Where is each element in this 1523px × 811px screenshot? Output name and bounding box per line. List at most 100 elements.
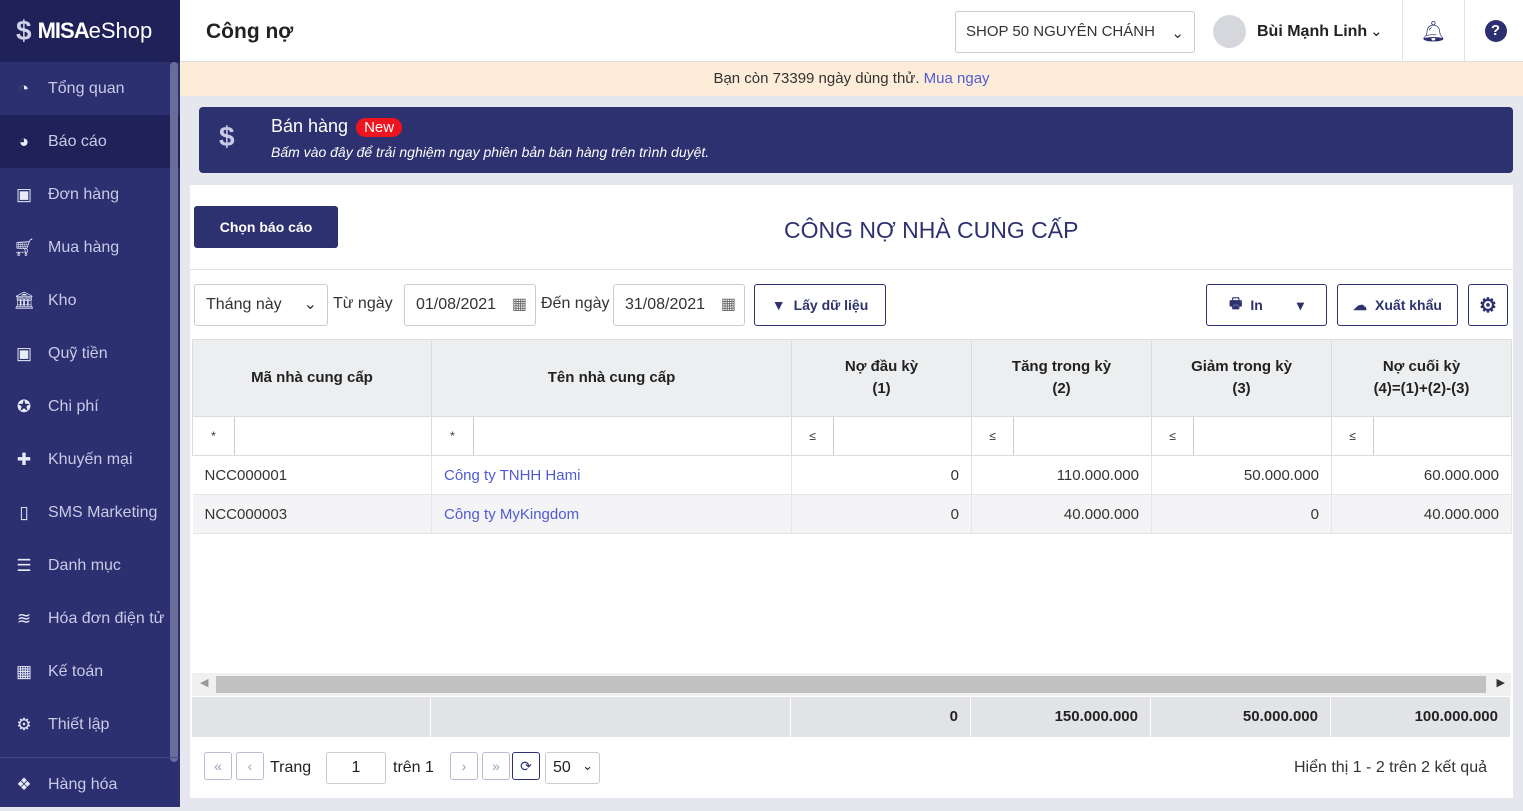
help-icon: ? bbox=[1484, 20, 1507, 42]
column-header[interactable]: Giảm trong kỳ (3) bbox=[1151, 339, 1332, 417]
topbar: Công nợ SHOP 50 NGUYÊN CHÁNH ⌄ Bùi Mạnh L… bbox=[180, 0, 1523, 62]
sidebar-item-chi-phí[interactable]: ✪ Chi phí bbox=[0, 380, 180, 433]
sidebar-item-quỹ-tiền[interactable]: ▣ Quỹ tiền bbox=[0, 327, 180, 380]
logo[interactable]: $ MISA eShop bbox=[0, 0, 180, 62]
supplier-link[interactable]: Công ty TNHH Hami bbox=[431, 455, 792, 495]
table-cell: 40.000.000 bbox=[971, 494, 1152, 534]
calendar-icon[interactable]: ▦ bbox=[721, 285, 736, 325]
column-header[interactable]: Tăng trong kỳ (2) bbox=[971, 339, 1152, 417]
page-input[interactable]: 1 bbox=[326, 752, 386, 784]
table-cell: NCC000003 bbox=[192, 494, 432, 534]
column-header[interactable]: Nợ đầu kỳ (1) bbox=[791, 339, 972, 417]
buy-now-link[interactable]: Mua ngay bbox=[924, 70, 990, 87]
new-badge: New bbox=[356, 118, 403, 137]
cart-icon: 🛒︎ bbox=[13, 237, 35, 257]
dashboard-icon: ◔ bbox=[18, 78, 30, 98]
table-cell: 60.000.000 bbox=[1331, 455, 1512, 495]
refresh-icon: ⟳ bbox=[520, 758, 532, 774]
first-page-button[interactable]: « bbox=[204, 752, 232, 780]
scroll-right-icon[interactable]: ▶ bbox=[1497, 676, 1505, 689]
total-cell: 100.000.000 bbox=[1331, 697, 1511, 737]
sidebar-scrollbar[interactable] bbox=[170, 62, 178, 762]
sidebar-item-mua-hàng[interactable]: 🛒︎ Mua hàng bbox=[0, 221, 180, 274]
choose-report-button[interactable]: Chọn báo cáo bbox=[194, 206, 338, 248]
column-header[interactable]: Tên nhà cung cấp bbox=[431, 339, 792, 417]
boxes-icon: ❖ bbox=[16, 774, 32, 794]
table-cell: 40.000.000 bbox=[1331, 494, 1512, 534]
printer-icon: 🖶︎ bbox=[1229, 295, 1243, 311]
sidebar-item-báo-cáo[interactable]: ◕ Báo cáo bbox=[0, 115, 180, 168]
sidebar-item-kho[interactable]: 🏛︎ Kho bbox=[0, 274, 180, 327]
settings-button[interactable]: ⚙ bbox=[1468, 284, 1508, 326]
table-cell: 0 bbox=[1151, 494, 1332, 534]
column-filter-input[interactable] bbox=[235, 417, 431, 455]
column-filter-input[interactable] bbox=[834, 417, 971, 455]
sidebar-item-khuyến-mại[interactable]: ✚ Khuyến mại bbox=[0, 433, 180, 486]
bell-icon[interactable]: 🔔︎ bbox=[1402, 0, 1464, 62]
filter-operator[interactable]: ≤ bbox=[972, 417, 1014, 455]
calculator-icon: ▦ bbox=[15, 661, 33, 681]
next-page-button[interactable]: › bbox=[450, 752, 478, 780]
period-select[interactable]: Tháng này ⌄ bbox=[194, 284, 328, 326]
scrollbar-thumb[interactable] bbox=[216, 676, 1486, 693]
filter-operator[interactable]: ≤ bbox=[1332, 417, 1374, 455]
table-cell: NCC000001 bbox=[192, 455, 432, 495]
last-page-button[interactable]: » bbox=[482, 752, 510, 780]
filter-operator[interactable]: ≤ bbox=[1152, 417, 1194, 455]
shop-select[interactable]: SHOP 50 NGUYÊN CHÁNH ⌄ bbox=[955, 11, 1195, 53]
prev-page-button[interactable]: ‹ bbox=[236, 752, 264, 780]
sidebar-item-thiết-lập[interactable]: ⚙ Thiết lập bbox=[0, 698, 180, 751]
results-summary: Hiển thị 1 - 2 trên 2 kết quả bbox=[1294, 759, 1487, 776]
table-cell: 0 bbox=[791, 494, 972, 534]
export-button[interactable]: ☁ Xuất khẩu bbox=[1337, 284, 1458, 326]
table-cell: 0 bbox=[791, 455, 972, 495]
column-filter-input[interactable] bbox=[1014, 417, 1151, 455]
page-title: Công nợ bbox=[206, 20, 294, 43]
gear-icon: ⚙ bbox=[16, 714, 32, 734]
sidebar-item-tổng-quan[interactable]: ◔ Tổng quan bbox=[0, 62, 180, 115]
to-date-input[interactable]: 31/08/2021 ▦ bbox=[613, 284, 745, 326]
column-filter-input[interactable] bbox=[1374, 417, 1511, 455]
table-row[interactable]: NCC000003 Công ty MyKingdom 0 40.000.000 0 40… bbox=[192, 494, 1512, 534]
phone-icon: ▯ bbox=[19, 502, 29, 522]
column-header[interactable]: Nợ cuối kỳ (4)=(1)+(2)-(3) bbox=[1331, 339, 1512, 417]
print-button[interactable]: 🖶︎ In ▾ bbox=[1206, 284, 1327, 326]
sidebar-item-kế-toán[interactable]: ▦ Kế toán bbox=[0, 645, 180, 698]
supplier-debt-table: Mã nhà cung cấp Tên nhà cung cấp Nợ đầu kỳ… bbox=[192, 339, 1512, 534]
column-filter-input[interactable] bbox=[1194, 417, 1331, 455]
filter-operator[interactable]: ≤ bbox=[792, 417, 834, 455]
scroll-left-icon[interactable]: ◀ bbox=[200, 676, 208, 689]
sidebar-item-đơn-hàng[interactable]: ▣ Đơn hàng bbox=[0, 168, 180, 221]
sidebar-item-hang-hoa[interactable]: ❖ Hàng hóa bbox=[0, 758, 180, 811]
table-cell: 110.000.000 bbox=[971, 455, 1152, 495]
avatar[interactable] bbox=[1213, 15, 1246, 48]
column-filter-input[interactable] bbox=[474, 417, 791, 455]
filter-operator[interactable]: * bbox=[432, 417, 474, 455]
logo-mark-icon: $ bbox=[219, 121, 235, 152]
report-title: CÔNG NỢ NHÀ CUNG CẤP bbox=[784, 217, 1079, 243]
help-button[interactable]: ? bbox=[1464, 0, 1523, 62]
supplier-link[interactable]: Công ty MyKingdom bbox=[431, 494, 792, 534]
filter-icon: ▼ bbox=[771, 297, 786, 313]
horizontal-scrollbar[interactable]: ◀ ▶ bbox=[192, 673, 1511, 696]
table-row[interactable]: NCC000001 Công ty TNHH Hami 0 110.000.000 50… bbox=[192, 455, 1512, 495]
truck-icon: ▣ bbox=[15, 184, 33, 204]
sidebar-item-hóa-đơn-điện-tử[interactable]: ≋ Hóa đơn điện tử bbox=[0, 592, 180, 645]
user-name[interactable]: Bùi Mạnh Linh bbox=[1257, 23, 1367, 41]
sidebar: $ MISA eShop ◔ Tổng quan ◕ Báo cáo ▣ Đơn hàng 🛒… bbox=[0, 0, 180, 807]
sidebar-item-danh-mục[interactable]: ☰ Danh mục bbox=[0, 539, 180, 592]
column-header[interactable]: Mã nhà cung cấp bbox=[192, 339, 432, 417]
table-cell: 50.000.000 bbox=[1151, 455, 1332, 495]
fetch-data-button[interactable]: ▼ Lấy dữ liệu bbox=[754, 284, 886, 326]
chevron-down-icon[interactable]: ⌄ bbox=[1370, 22, 1383, 40]
chevron-down-icon: ⌄ bbox=[582, 758, 593, 773]
refresh-button[interactable]: ⟳ bbox=[512, 752, 540, 780]
sales-banner[interactable]: $ Bán hàng New Bấm vào đây để trải nghiệm… bbox=[199, 107, 1513, 173]
sidebar-item-sms-marketing[interactable]: ▯ SMS Marketing bbox=[0, 486, 180, 539]
invoice-icon: ≋ bbox=[16, 608, 32, 628]
filter-operator[interactable]: * bbox=[193, 417, 235, 455]
calendar-icon[interactable]: ▦ bbox=[512, 285, 527, 325]
total-cell bbox=[431, 697, 791, 737]
from-date-input[interactable]: 01/08/2021 ▦ bbox=[404, 284, 536, 326]
page-size-select[interactable]: 50 ⌄ bbox=[545, 752, 600, 784]
